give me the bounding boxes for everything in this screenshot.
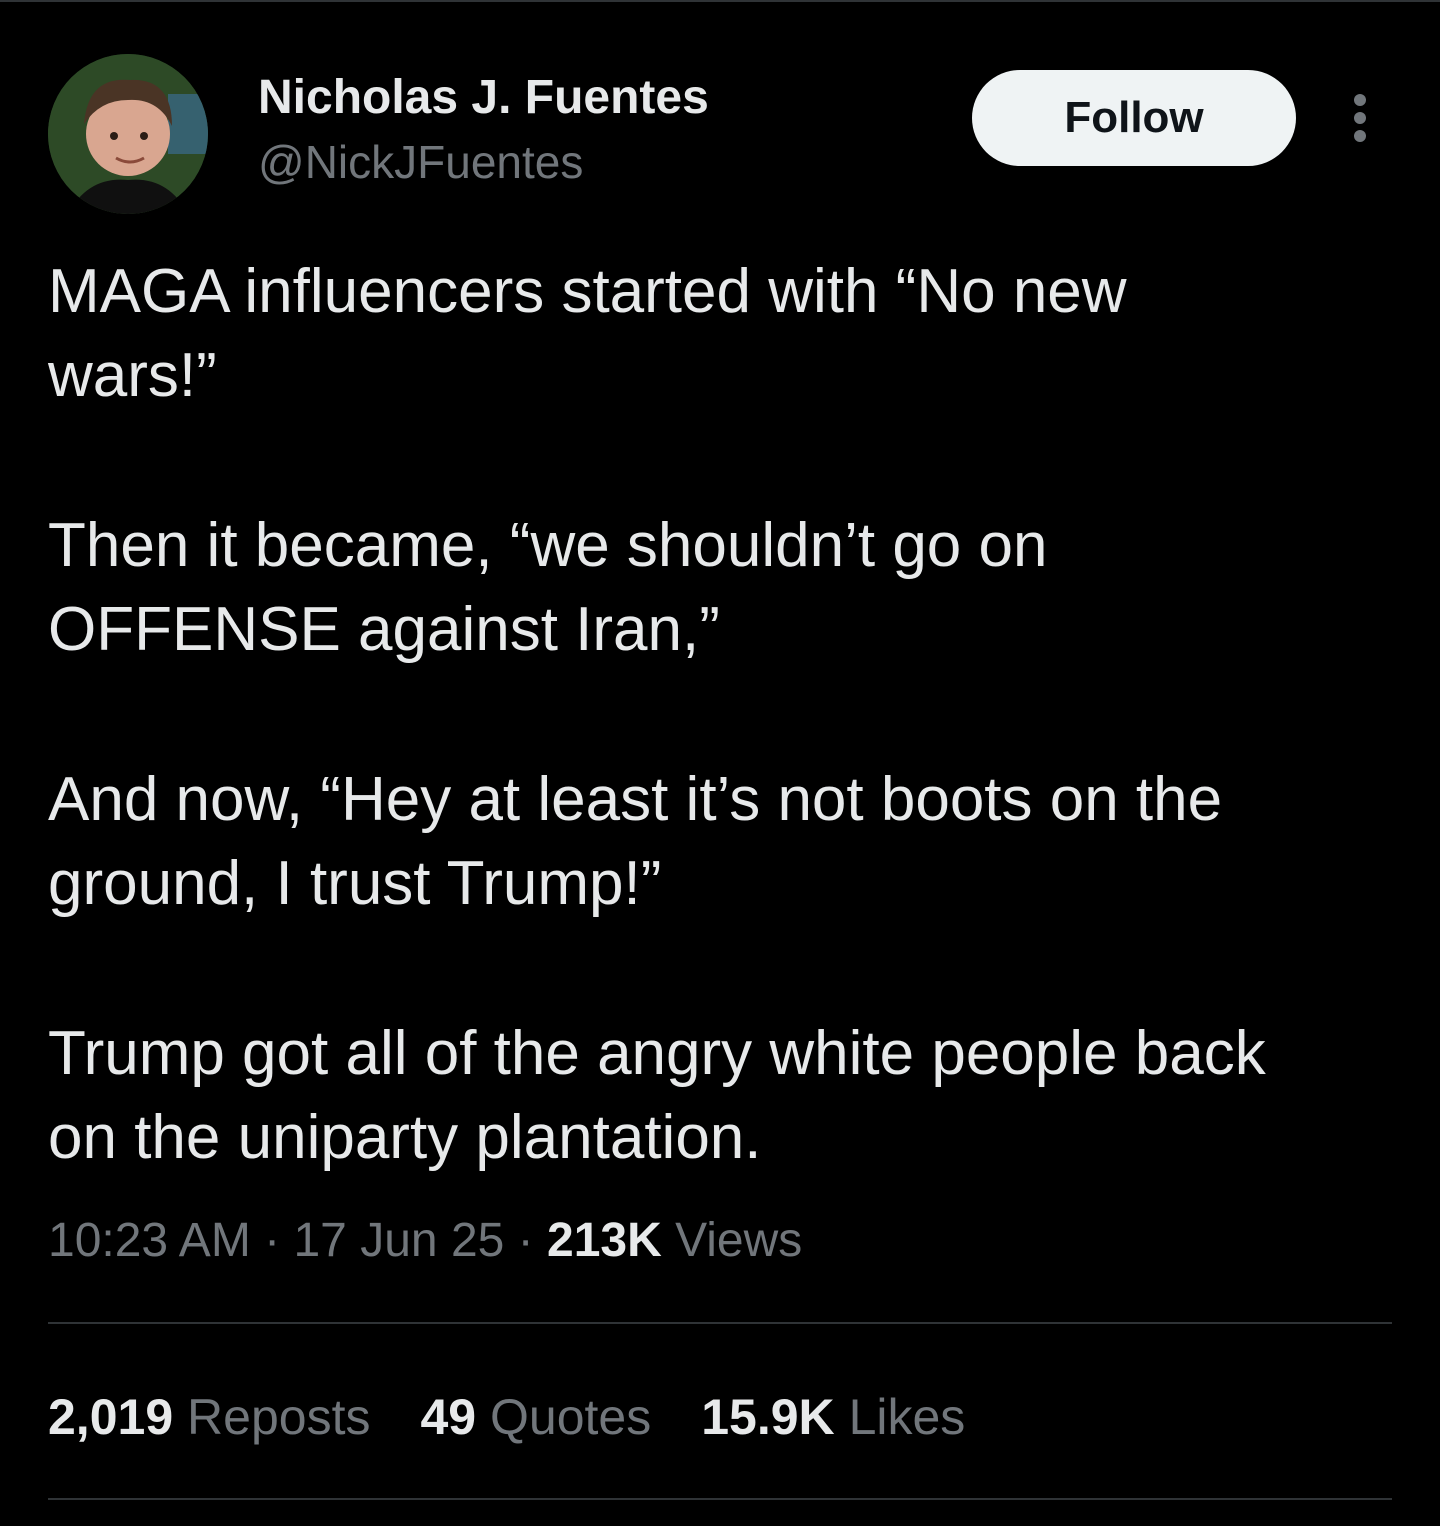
engagement-stats: 2,019 Reposts 49 Quotes 15.9K Likes	[48, 1384, 965, 1450]
views-label: Views	[675, 1214, 803, 1267]
avatar[interactable]	[48, 54, 208, 214]
top-divider	[0, 0, 1440, 2]
follow-button[interactable]: Follow	[972, 70, 1296, 166]
meta-separator: ·	[264, 1214, 281, 1267]
more-dots-vertical-icon	[1354, 130, 1366, 142]
tweet-text: MAGA influencers started with “No new wa…	[48, 250, 1388, 1180]
tweet-date[interactable]: 17 Jun 25	[293, 1214, 504, 1267]
tweet-meta: 10:23 AM · 17 Jun 25 · 213K Views	[48, 1208, 802, 1274]
avatar-photo	[48, 54, 208, 214]
reposts-label: Reposts	[187, 1389, 371, 1445]
quotes-label: Quotes	[490, 1389, 652, 1445]
quotes-stat[interactable]: 49 Quotes	[420, 1384, 651, 1450]
divider	[48, 1498, 1392, 1500]
author-name[interactable]: Nicholas J. Fuentes	[258, 68, 709, 128]
tweet-paragraph: MAGA influencers started with “No new wa…	[48, 257, 1127, 410]
likes-count: 15.9K	[701, 1389, 835, 1445]
tweet-paragraph: And now, “Hey at least it’s not boots on…	[48, 765, 1223, 918]
views-count: 213K	[547, 1214, 662, 1267]
tweet-time[interactable]: 10:23 AM	[48, 1214, 251, 1267]
tweet-paragraph: Trump got all of the angry white people …	[48, 1019, 1266, 1172]
tweet-paragraph: Then it became, “we shouldn’t go on OFFE…	[48, 511, 1048, 664]
quotes-count: 49	[420, 1389, 477, 1445]
meta-separator: ·	[517, 1214, 534, 1267]
likes-label: Likes	[848, 1389, 966, 1445]
reposts-stat[interactable]: 2,019 Reposts	[48, 1384, 370, 1450]
author-handle[interactable]: @NickJFuentes	[258, 132, 583, 192]
more-dots-vertical-icon	[1354, 94, 1366, 106]
divider	[48, 1322, 1392, 1324]
reposts-count: 2,019	[48, 1389, 174, 1445]
likes-stat[interactable]: 15.9K Likes	[701, 1384, 965, 1450]
more-options-button[interactable]	[1336, 88, 1384, 148]
more-dots-vertical-icon	[1354, 112, 1366, 124]
